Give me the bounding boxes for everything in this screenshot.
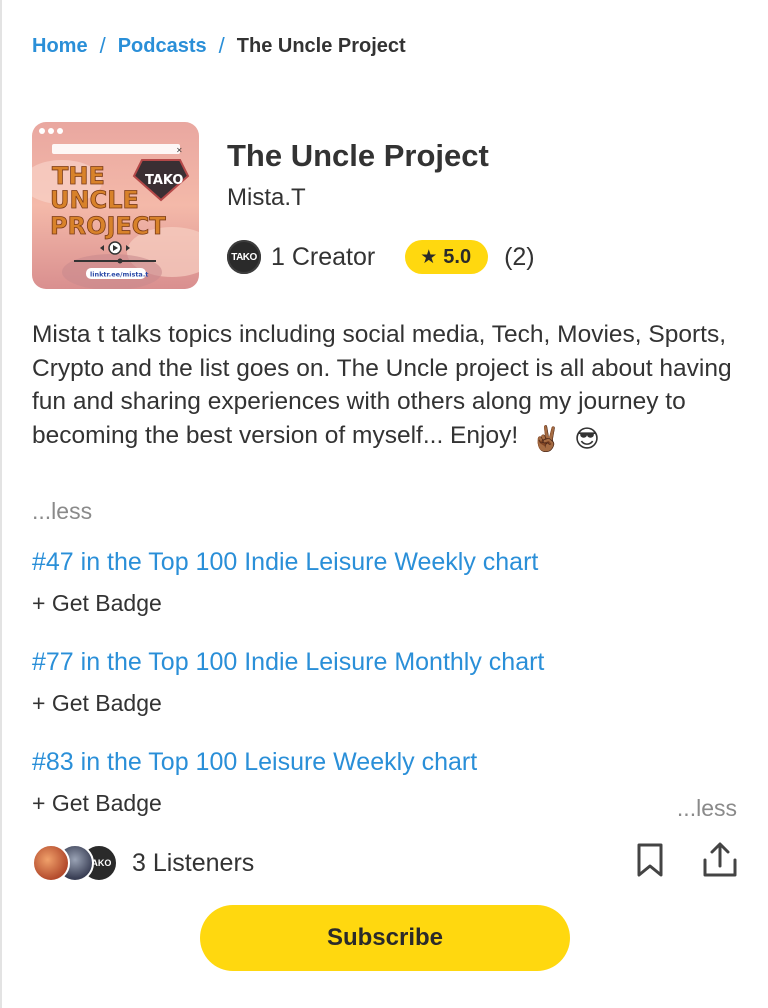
listeners-group[interactable]: TAKO 3 Listeners xyxy=(32,844,254,882)
left-border xyxy=(0,0,2,1008)
cover-brand: TAKO xyxy=(145,173,183,188)
chart-rank-link[interactable]: #77 in the Top 100 Indie Leisure Monthly… xyxy=(32,648,544,677)
breadcrumb-separator: / xyxy=(218,33,225,58)
victory-hand-emoji: ✌🏾 xyxy=(530,425,562,453)
breadcrumb-home-link[interactable]: Home xyxy=(32,35,88,58)
creator-avatar[interactable]: TAKO xyxy=(227,240,261,274)
podcast-title: The Uncle Project xyxy=(227,138,489,173)
breadcrumb-podcasts-link[interactable]: Podcasts xyxy=(118,35,207,58)
charts-less-toggle[interactable]: ...less xyxy=(677,795,737,822)
rating-value: 5.0 xyxy=(443,245,472,268)
creators-link[interactable]: 1 Creator xyxy=(271,243,375,272)
podcast-author-link[interactable]: Mista.T xyxy=(227,184,306,212)
listener-avatar xyxy=(32,844,70,882)
rating-count: (2) xyxy=(504,242,535,271)
get-badge-button[interactable]: + Get Badge xyxy=(32,590,162,617)
share-icon xyxy=(703,842,737,877)
podcast-cover-image: × THE UNCLE PROJECT TAKO linktr.ee/mista… xyxy=(32,122,199,289)
listeners-label: 3 Listeners xyxy=(132,848,255,877)
breadcrumb-separator: / xyxy=(99,33,106,58)
svg-text:×: × xyxy=(176,146,183,155)
podcast-description: Mista t talks topics including social me… xyxy=(32,318,732,456)
podcast-meta-row: TAKO 1 Creator ★ 5.0 (2) xyxy=(227,238,535,276)
description-text: Mista t talks topics including social me… xyxy=(32,321,732,449)
chart-rank-link[interactable]: #47 in the Top 100 Indie Leisure Weekly … xyxy=(32,548,538,577)
chart-rank-link[interactable]: #83 in the Top 100 Leisure Weekly chart xyxy=(32,748,477,777)
breadcrumb-current: The Uncle Project xyxy=(236,34,406,57)
share-button[interactable] xyxy=(700,840,740,880)
cover-title-line: UNCLE xyxy=(50,186,139,214)
bookmark-icon xyxy=(637,843,663,877)
star-icon: ★ xyxy=(420,246,438,268)
rating-badge[interactable]: ★ 5.0 xyxy=(405,240,489,274)
sunglasses-emoji: 😎 xyxy=(574,425,600,453)
bookmark-button[interactable] xyxy=(632,840,672,880)
breadcrumb: Home / Podcasts / The Uncle Project xyxy=(32,33,406,59)
get-badge-button[interactable]: + Get Badge xyxy=(32,790,162,817)
subscribe-button[interactable]: Subscribe xyxy=(200,905,570,971)
cover-title-line: PROJECT xyxy=(50,212,166,240)
get-badge-button[interactable]: + Get Badge xyxy=(32,690,162,717)
cover-url: linktr.ee/mista.t xyxy=(90,271,148,279)
description-less-toggle[interactable]: ...less xyxy=(32,498,92,525)
